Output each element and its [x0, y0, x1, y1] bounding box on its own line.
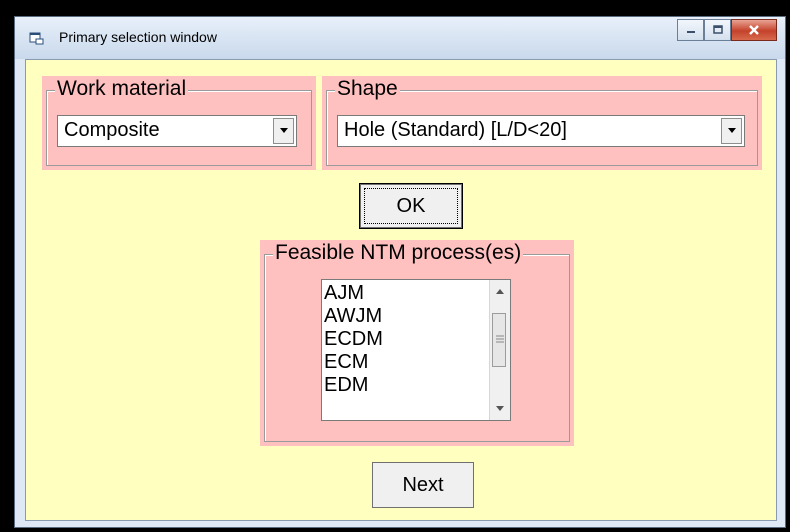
feasible-frame: Feasible NTM process(es) AJM AWJM ECDM E… — [264, 241, 570, 442]
shape-dropdown[interactable]: Hole (Standard) [L/D<20] — [337, 115, 745, 147]
maximize-icon — [712, 25, 723, 34]
scroll-up-icon[interactable] — [495, 288, 505, 294]
chevron-down-icon — [279, 128, 288, 133]
window-controls — [677, 19, 777, 43]
feasible-process-list[interactable]: AJM AWJM ECDM ECM EDM — [321, 279, 511, 421]
feasible-group: Feasible NTM process(es) AJM AWJM ECDM E… — [260, 240, 574, 446]
scrollbar-thumb[interactable] — [492, 313, 506, 367]
list-item[interactable]: AWJM — [324, 305, 382, 328]
list-item[interactable]: ECM — [324, 351, 368, 374]
window-app-icon — [29, 32, 44, 45]
feasible-label: Feasible NTM process(es) — [273, 241, 524, 265]
ok-button[interactable]: OK — [360, 184, 462, 228]
minimize-button[interactable] — [677, 19, 704, 41]
close-button[interactable] — [731, 19, 777, 41]
list-item[interactable]: ECDM — [324, 328, 383, 351]
close-icon — [749, 25, 759, 35]
work-material-label: Work material — [55, 77, 189, 101]
scroll-down-icon[interactable] — [495, 406, 505, 412]
next-button[interactable]: Next — [372, 462, 474, 508]
work-material-frame: Work material Composite — [46, 77, 312, 166]
grip-icon — [496, 335, 504, 343]
window-title: Primary selection window — [59, 29, 217, 45]
title-bar[interactable]: Primary selection window — [15, 17, 785, 59]
work-material-value: Composite — [64, 119, 160, 141]
work-material-dropdown-button[interactable] — [273, 118, 294, 144]
shape-dropdown-button[interactable] — [721, 118, 742, 144]
maximize-button[interactable] — [704, 19, 731, 41]
minimize-icon — [686, 31, 695, 33]
chevron-down-icon — [727, 128, 736, 133]
shape-frame: Shape Hole (Standard) [L/D<20] — [326, 77, 758, 166]
list-scrollbar[interactable] — [489, 280, 510, 420]
form-client-area: Work material Composite Shape Hole (Stan… — [25, 59, 777, 521]
ok-focus-rect — [364, 188, 458, 224]
shape-group: Shape Hole (Standard) [L/D<20] — [322, 76, 762, 170]
next-button-label: Next — [402, 473, 444, 496]
shape-label: Shape — [335, 77, 400, 101]
list-item[interactable]: AJM — [324, 282, 364, 305]
list-item[interactable]: EDM — [324, 374, 368, 397]
shape-value: Hole (Standard) [L/D<20] — [344, 119, 567, 141]
work-material-group: Work material Composite — [42, 76, 316, 170]
work-material-dropdown[interactable]: Composite — [57, 115, 297, 147]
primary-selection-window: Primary selection window Work material C… — [14, 16, 786, 528]
